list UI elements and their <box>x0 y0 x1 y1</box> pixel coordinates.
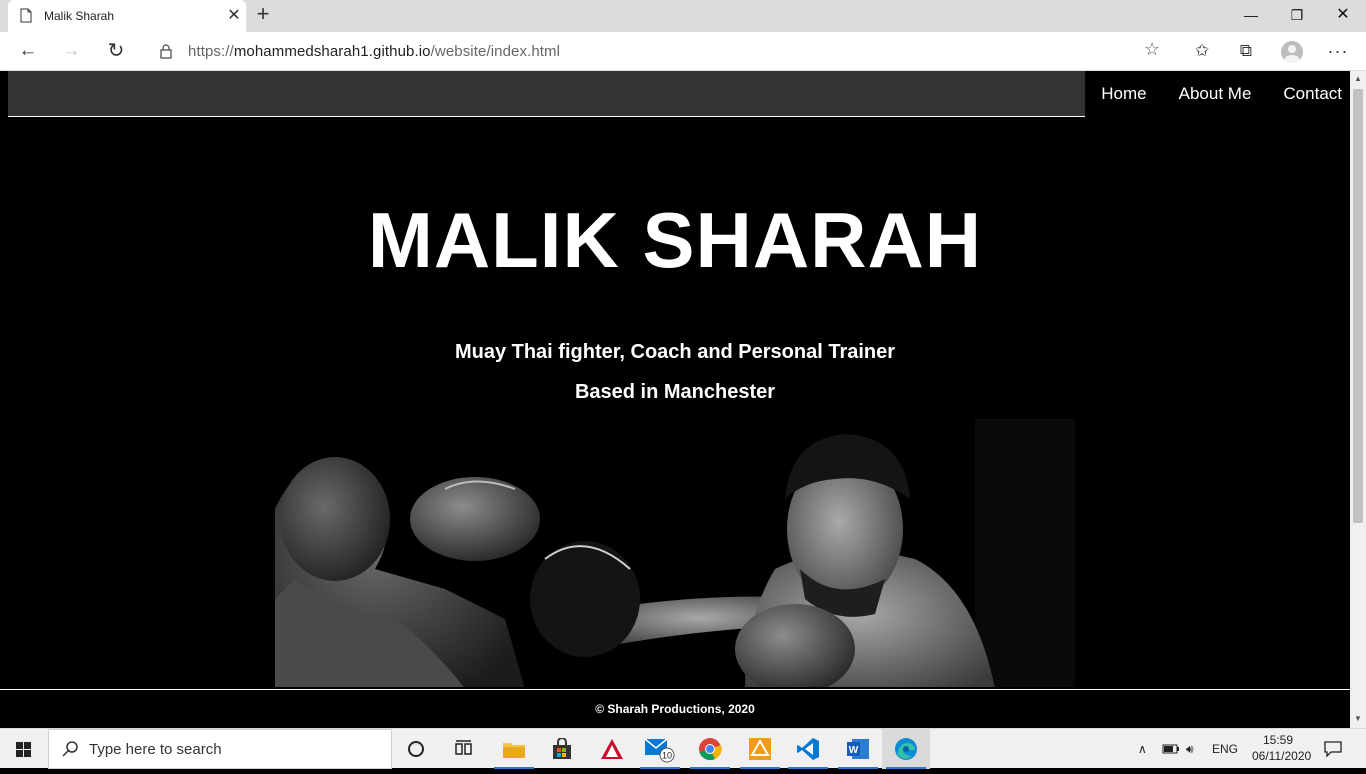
window-close-icon[interactable]: ✕ <box>1320 0 1366 32</box>
more-options-icon[interactable]: ··· <box>1324 38 1352 66</box>
edge-browser-icon[interactable] <box>882 729 930 769</box>
volume-icon[interactable]: 🔊︎ <box>1186 729 1194 769</box>
collections-icon[interactable]: ⧉ <box>1232 38 1260 66</box>
new-tab-icon[interactable]: + <box>252 3 274 26</box>
nav-contact-link[interactable]: Contact <box>1267 71 1350 117</box>
page-viewport: Home About Me Contact MALIK SHARAH Muay … <box>0 71 1350 728</box>
nav-links: Home About Me Contact <box>1085 71 1350 117</box>
lock-icon <box>160 44 172 59</box>
taskbar-search-box[interactable]: Type here to search <box>48 729 392 769</box>
word-icon[interactable]: W <box>834 729 882 769</box>
minimize-icon[interactable]: — <box>1228 0 1274 32</box>
browser-tab[interactable]: Malik Sharah ✕ <box>8 0 246 32</box>
forward-arrow-icon[interactable]: → <box>57 38 85 66</box>
windows-taskbar: Type here to search 10 W ∧ 🔊︎ ENG 15:59 … <box>0 728 1366 769</box>
footer-divider <box>0 689 1350 690</box>
svg-text:W: W <box>849 745 859 756</box>
show-hidden-icons[interactable]: ∧ <box>1138 729 1147 769</box>
browser-tab-strip: Malik Sharah ✕ + — ❐ ✕ <box>0 0 1366 32</box>
page-scrollbar[interactable]: ▲ ▼ <box>1350 71 1366 728</box>
cortana-icon[interactable] <box>392 729 440 769</box>
vscode-icon[interactable] <box>784 729 832 769</box>
refresh-icon[interactable]: ↻ <box>102 38 130 66</box>
site-navbar: Home About Me Contact <box>8 71 1350 117</box>
footer-copyright: © Sharah Productions, 2020 <box>595 702 755 716</box>
clock-date: 06/11/2020 <box>1252 749 1312 763</box>
system-clock[interactable]: 15:59 06/11/2020 <box>1252 732 1312 764</box>
autocad-icon[interactable] <box>588 729 636 769</box>
file-explorer-icon[interactable] <box>490 729 538 769</box>
microsoft-store-icon[interactable] <box>538 729 586 769</box>
page-icon <box>20 8 32 23</box>
nav-about-link[interactable]: About Me <box>1163 71 1268 117</box>
favorite-star-icon[interactable]: ☆ <box>1144 39 1160 60</box>
task-view-icon[interactable] <box>440 729 488 769</box>
orange-app-icon[interactable] <box>736 729 784 769</box>
mail-icon[interactable]: 10 <box>636 729 684 769</box>
url-field[interactable]: https://mohammedsharah1.github.io/websit… <box>144 36 1174 67</box>
restore-icon[interactable]: ❐ <box>1274 0 1320 32</box>
windows-start-icon[interactable] <box>0 729 48 769</box>
battery-icon[interactable] <box>1162 729 1180 769</box>
close-tab-icon[interactable]: ✕ <box>224 6 244 26</box>
language-indicator[interactable]: ENG <box>1212 729 1238 769</box>
scroll-thumb[interactable] <box>1353 89 1363 523</box>
search-placeholder: Type here to search <box>89 741 222 758</box>
favorites-icon[interactable]: ✩ <box>1188 38 1216 66</box>
scroll-up-icon[interactable]: ▲ <box>1354 74 1362 83</box>
search-icon <box>62 741 78 757</box>
chrome-icon[interactable] <box>686 729 734 769</box>
address-bar: ← → ↻ https://mohammedsharah1.github.io/… <box>0 32 1366 71</box>
scroll-down-icon[interactable]: ▼ <box>1354 714 1362 723</box>
boxing-photo <box>275 419 1075 689</box>
hero-subtitle: Muay Thai fighter, Coach and Personal Tr… <box>454 341 896 363</box>
mail-badge: 10 <box>662 751 672 761</box>
hero-title: MALIK SHARAH <box>367 196 983 284</box>
clock-time: 15:59 <box>1262 733 1294 747</box>
notifications-icon[interactable] <box>1324 729 1342 769</box>
profile-avatar-icon[interactable] <box>1278 38 1306 66</box>
url-text: https://mohammedsharah1.github.io/websit… <box>188 43 561 60</box>
back-arrow-icon[interactable]: ← <box>14 38 42 66</box>
tab-title: Malik Sharah <box>44 9 115 23</box>
nav-home-link[interactable]: Home <box>1085 71 1162 117</box>
hero-location: Based in Manchester <box>574 381 776 403</box>
